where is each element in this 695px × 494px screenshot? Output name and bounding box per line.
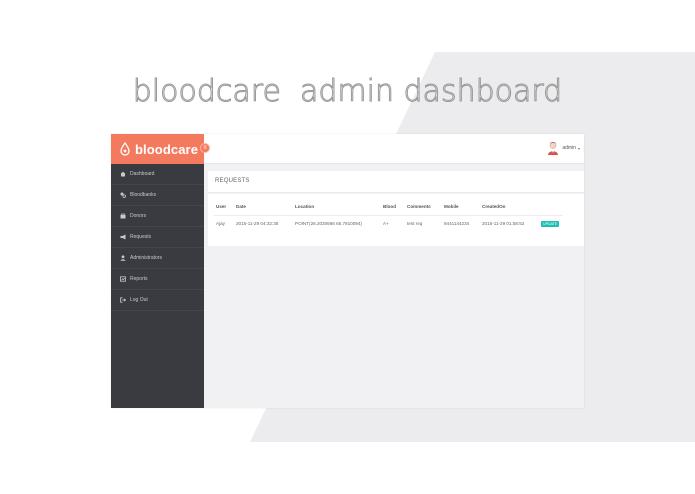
user-icon (120, 255, 126, 261)
cell-created-on: 2015-11-29 01:58:52 (482, 221, 525, 226)
sidebar-item-logout[interactable]: Log Out (111, 290, 204, 311)
sidebar-item-label: Bloodbanks (130, 192, 157, 198)
dashboard-icon (120, 171, 126, 177)
brand-bar[interactable]: bloodcare (111, 134, 204, 164)
sidebar-item-reports[interactable]: Reports (111, 269, 204, 290)
reports-icon (120, 276, 126, 282)
slide: bloodcare admin dashboard bloodcare Dash… (0, 0, 695, 494)
column-header-mobile: Mobile (442, 201, 480, 216)
column-header-user: User (214, 201, 234, 216)
brand-name: bloodcare (135, 141, 199, 157)
sidebar-item-label: Reports (130, 276, 148, 282)
sidebar-item-donors[interactable]: Donors (111, 206, 204, 227)
sidebar-item-requests[interactable]: Requests (111, 227, 204, 248)
sidebar: bloodcare Dashboard Bloodbanks Donors Re… (111, 134, 204, 408)
update-button[interactable]: UPDATE (541, 220, 560, 227)
table-header-row: User Date Location Blood Comments Mobile… (214, 201, 563, 216)
logout-icon (120, 297, 126, 303)
avatar-icon (548, 142, 559, 155)
bloodbanks-icon (120, 192, 126, 198)
column-header-comments: Comments (405, 201, 442, 216)
donors-icon (120, 213, 126, 219)
slide-headline: bloodcare admin dashboard (132, 74, 563, 110)
requests-panel: User Date Location Blood Comments Mobile… (208, 194, 584, 246)
top-bar: admin ▾ (204, 134, 584, 164)
user-menu[interactable]: admin ▾ (547, 141, 580, 155)
column-header-blood: Blood (381, 201, 405, 216)
sidebar-item-dashboard[interactable]: Dashboard (111, 164, 204, 185)
sidebar-item-label: Donors (130, 213, 147, 219)
panel-title: REQUESTS (215, 178, 250, 184)
table-row: Ajay 2015-11-29 04:32:35 POINT(26.203066… (214, 215, 563, 232)
sidebar-item-label: Dashboard (130, 171, 155, 177)
cell-comments: test req (407, 221, 423, 226)
sidebar-nav: Dashboard Bloodbanks Donors Requests Adm… (111, 164, 204, 311)
column-header-createdon: CreatedOn (480, 201, 539, 216)
chevron-down-icon: ▾ (577, 145, 580, 151)
column-header-date: Date (234, 201, 293, 216)
cell-action: UPDATE (539, 215, 563, 232)
user-name: admin (562, 145, 576, 151)
sidebar-item-label: Requests (130, 234, 152, 240)
drop-logo-icon (120, 142, 130, 156)
sidebar-item-administrators[interactable]: Administrators (111, 248, 204, 269)
cell-location: POINT(26.2030666 65.7910094) (295, 221, 362, 226)
cell-date: 2015-11-29 04:32:35 (236, 221, 279, 226)
cell-mobile: 9441144234 (444, 221, 470, 226)
app-window: bloodcare Dashboard Bloodbanks Donors Re… (111, 134, 584, 408)
sidebar-item-label: Administrators (130, 255, 162, 261)
sidebar-item-bloodbanks[interactable]: Bloodbanks (111, 185, 204, 206)
column-header-location: Location (293, 201, 381, 216)
requests-table: User Date Location Blood Comments Mobile… (214, 201, 563, 232)
cell-user: Ajay (216, 221, 225, 226)
collapse-icon[interactable]: ≡ (200, 143, 210, 153)
megaphone-icon (120, 234, 126, 240)
panel-header: REQUESTS (208, 171, 584, 193)
sidebar-item-label: Log Out (130, 297, 148, 303)
cell-blood: A+ (383, 221, 389, 226)
column-header-action (539, 201, 563, 216)
